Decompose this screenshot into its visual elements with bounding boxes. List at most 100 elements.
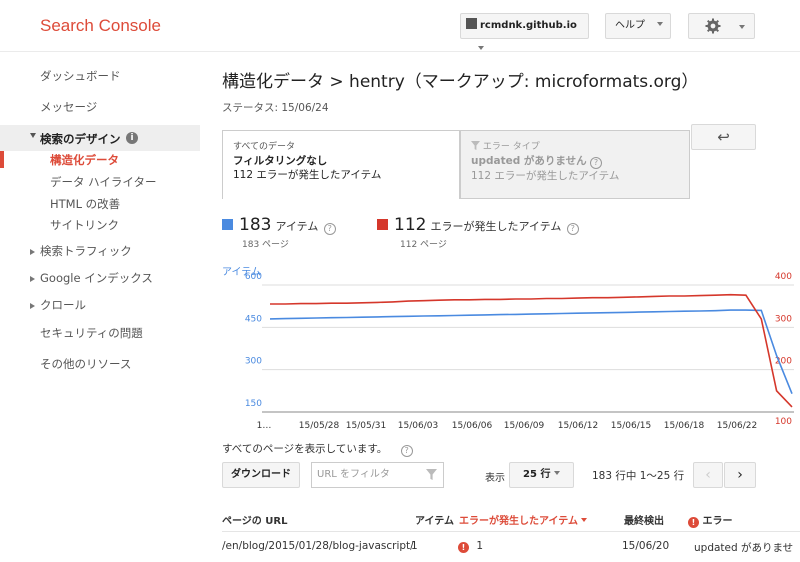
next-page-button[interactable]: › (724, 462, 756, 488)
x-tick-label: 15/06/03 (398, 421, 438, 431)
row-url-link[interactable]: /en/blog/2015/01/28/blog-javascript/ (222, 540, 414, 552)
sidebar-item-sitelinks[interactable]: サイトリンク (50, 217, 119, 233)
info-icon[interactable]: i (126, 132, 138, 144)
items-chart: アイテム1503004506001002003004001… 15/05/28 15… (222, 266, 794, 431)
sidebar-item-security-issues[interactable]: セキュリティの問題 (40, 325, 143, 341)
sidebar-item-crawl[interactable]: クロール (30, 297, 86, 313)
col-header-label: エラーが発生したアイテム (459, 516, 578, 527)
row-error-type: updated がありませ (694, 542, 794, 554)
filter-icon (426, 469, 437, 480)
col-header-items[interactable]: アイテム (415, 512, 454, 527)
help-icon[interactable]: ? (566, 223, 579, 235)
x-tick-label: 15/05/31 (346, 421, 386, 431)
expanded-arrow-icon (30, 133, 36, 138)
col-header-url[interactable]: ページの URL (222, 512, 287, 527)
gear-icon (705, 18, 721, 34)
back-button[interactable]: ↩ (691, 124, 756, 150)
error-icon: ! (458, 542, 469, 553)
x-tick-label: 15/06/09 (504, 421, 545, 431)
sort-desc-icon (581, 518, 588, 522)
sidebar-item-html-improvements[interactable]: HTML の改善 (50, 196, 120, 212)
help-icon[interactable]: ? (323, 223, 336, 235)
error-icon: ! (688, 517, 699, 528)
sidebar-item-messages[interactable]: メッセージ (40, 99, 97, 115)
download-button[interactable]: ダウンロード (222, 462, 300, 488)
sidebar-item-google-index[interactable]: Google インデックス (30, 270, 153, 286)
legend-items[interactable]: 183 アイテム ? (222, 215, 336, 235)
col-header-error-items[interactable]: エラーが発生したアイテム (459, 512, 588, 527)
legend-value: 183 (239, 215, 272, 235)
site-favicon-icon (466, 18, 477, 29)
series-color-swatch (222, 219, 233, 230)
listing-label: すべてのページを表示しています。 (222, 443, 388, 455)
sidebar-item-label: 検索のデザイン (40, 132, 121, 146)
row-last-detected: 15/06/20 (622, 540, 670, 552)
url-filter-input[interactable]: URL をフィルタ (311, 462, 444, 488)
chevron-left-icon: ‹ (705, 467, 711, 483)
legend-label: エラーが発生したアイテム (430, 220, 562, 233)
sidebar: ダッシュボード メッセージ 検索のデザイン i 構造化データ データ ハイライタ… (0, 52, 205, 562)
help-icon[interactable]: ? (400, 445, 413, 457)
x-tick-label: 15/05/28 (299, 421, 340, 431)
site-selector-button[interactable]: rcmdnk.github.io (460, 13, 589, 50)
pagination-text: 183 行中 1〜25 行 (592, 470, 685, 482)
series-line-1 (270, 293, 793, 408)
legend-value: 112 (394, 215, 427, 235)
row-error-count: 1 (476, 540, 484, 552)
sidebar-item-search-traffic[interactable]: 検索トラフィック (30, 243, 132, 259)
tab-error-type[interactable]: エラー タイプ updated がありません ? 112 エラーが発生したアイテ… (460, 130, 690, 199)
y-tick-left: 600 (245, 272, 262, 282)
chevron-down-icon (657, 22, 664, 26)
x-tick-label: 15/06/22 (717, 421, 757, 431)
help-label: ヘルプ (615, 20, 645, 31)
help-icon[interactable]: ? (589, 157, 602, 169)
legend-sub-pages: 112 ページ (400, 240, 447, 250)
prev-page-button[interactable]: ‹ (693, 462, 723, 488)
site-selector-label: rcmdnk.github.io (480, 20, 577, 31)
listing-text: すべてのページを表示しています。 ? (222, 441, 413, 457)
sidebar-item-search-appearance[interactable]: 検索のデザイン i (0, 125, 200, 151)
x-tick-label: 15/06/15 (611, 421, 651, 431)
tab-small-label: すべてのデータ (233, 142, 296, 152)
sidebar-item-label: クロール (40, 298, 86, 312)
chevron-down-icon (553, 471, 560, 475)
row-error-items: ! 1 (458, 540, 483, 553)
chevron-down-icon (478, 46, 484, 50)
tab-all-data[interactable]: すべてのデータ フィルタリングなし 112 エラーが発生したアイテム (222, 130, 460, 199)
sidebar-item-label: 検索トラフィック (40, 244, 132, 258)
y-tick-left: 300 (245, 357, 262, 367)
tab-description: 112 エラーが発生したアイテム (471, 170, 620, 182)
y-tick-left: 450 (245, 314, 262, 324)
col-header-last-detected[interactable]: 最終検出 (624, 512, 664, 527)
main-content: 構造化データ > hentry（マークアップ: microformats.org… (222, 52, 800, 562)
rows-per-page-select[interactable]: 25 行 (509, 462, 574, 488)
col-header-error[interactable]: ! エラー (688, 512, 732, 528)
sidebar-item-data-highlighter[interactable]: データ ハイライター (50, 174, 156, 190)
sidebar-item-label: Google インデックス (40, 271, 153, 285)
sidebar-item-structured-data[interactable]: 構造化データ (50, 152, 119, 168)
legend-error-items[interactable]: 112 エラーが発生したアイテム ? (377, 215, 579, 235)
series-line-0 (269, 309, 793, 394)
series-color-swatch (377, 219, 388, 230)
filter-icon (471, 141, 480, 150)
tab-description: 112 エラーが発生したアイテム (233, 169, 382, 181)
page-title: 構造化データ > hentry（マークアップ: microformats.org… (222, 72, 699, 92)
chevron-right-icon: › (737, 467, 743, 483)
x-tick-label: 15/06/18 (664, 421, 705, 431)
y-tick-right: 300 (775, 314, 792, 324)
settings-button[interactable] (688, 13, 755, 39)
chevron-down-icon (739, 25, 745, 29)
help-button[interactable]: ヘルプ (605, 13, 671, 39)
status-date: ステータス: 15/06/24 (222, 102, 329, 114)
y-tick-right: 400 (775, 272, 792, 282)
rows-select-value: 25 行 (523, 469, 551, 480)
legend-label: アイテム (275, 220, 319, 233)
brand-logo[interactable]: Search Console (40, 16, 161, 36)
collapsed-arrow-icon (30, 249, 35, 255)
table-divider (222, 531, 800, 532)
sidebar-item-other-resources[interactable]: その他のリソース (40, 356, 131, 372)
filter-placeholder: URL をフィルタ (317, 469, 390, 480)
sidebar-item-dashboard[interactable]: ダッシュボード (40, 68, 121, 84)
back-arrow-icon: ↩ (717, 128, 730, 146)
col-header-label: エラー (702, 516, 733, 527)
